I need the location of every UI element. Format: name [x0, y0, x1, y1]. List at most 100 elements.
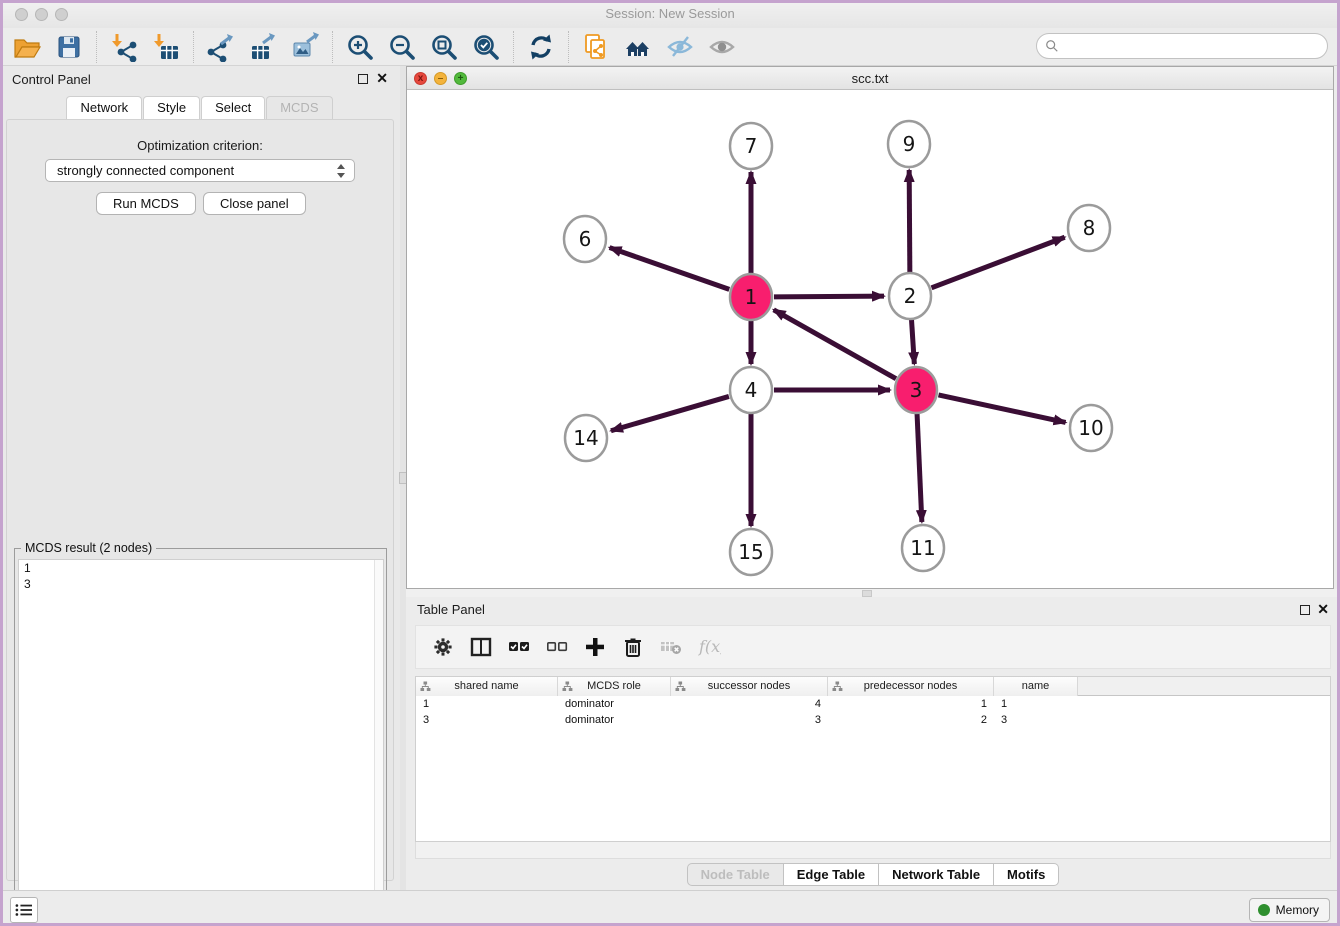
- table-panel-header: Table Panel ✕: [406, 597, 1340, 623]
- save-session-button[interactable]: [48, 31, 90, 63]
- edge-1-2[interactable]: [774, 296, 884, 297]
- float-panel-icon[interactable]: [358, 74, 368, 84]
- node-label-2: 2: [904, 284, 917, 308]
- edge-2-9[interactable]: [909, 170, 910, 273]
- tab-network-table[interactable]: Network Table: [879, 863, 994, 886]
- zoom-out-button[interactable]: [381, 31, 423, 63]
- export-network-icon: [206, 32, 236, 62]
- control-panel: Control Panel ✕ NetworkStyleSelectMCDS O…: [0, 66, 400, 890]
- sort-column-icon: [675, 681, 686, 692]
- search-field[interactable]: [1036, 33, 1328, 59]
- node-label-7: 7: [745, 134, 758, 158]
- table-cell[interactable]: 3: [416, 712, 558, 728]
- criterion-select[interactable]: strongly connected component: [45, 159, 355, 182]
- select-all-button[interactable]: [500, 629, 538, 665]
- delete-row-button[interactable]: [614, 629, 652, 665]
- table-cell[interactable]: 3: [994, 712, 1078, 728]
- svg-text:f(x): f(x): [698, 637, 721, 656]
- close-table-panel-icon[interactable]: ✕: [1317, 601, 1329, 618]
- table-cell[interactable]: dominator: [558, 712, 671, 728]
- export-table-button[interactable]: [242, 31, 284, 63]
- column-label: successor nodes: [708, 680, 791, 692]
- edge-2-8[interactable]: [932, 237, 1065, 288]
- gear-button[interactable]: [424, 629, 462, 665]
- node-label-4: 4: [745, 378, 758, 402]
- edge-3-11[interactable]: [917, 413, 922, 522]
- select-all-icon: [507, 635, 531, 659]
- table-toolbar: f(x): [415, 625, 1331, 669]
- show-all-icon: [707, 32, 737, 62]
- new-network-from-selection-button[interactable]: [575, 31, 617, 63]
- table-cell[interactable]: 2: [828, 712, 994, 728]
- task-history-button[interactable]: [10, 897, 38, 923]
- tab-style[interactable]: Style: [143, 96, 200, 119]
- table-cell[interactable]: dominator: [558, 696, 671, 712]
- table-cell[interactable]: 1: [994, 696, 1078, 712]
- node-label-1: 1: [745, 285, 758, 309]
- search-icon: [1045, 39, 1059, 53]
- column-header-predecessor-nodes[interactable]: predecessor nodes: [828, 677, 994, 696]
- sort-column-icon: [562, 681, 573, 692]
- zoom-selected-button[interactable]: [465, 31, 507, 63]
- zoom-fit-button[interactable]: [423, 31, 465, 63]
- table-cell[interactable]: 1: [828, 696, 994, 712]
- show-all-button[interactable]: [701, 31, 743, 63]
- import-network-button[interactable]: [103, 31, 145, 63]
- open-session-button[interactable]: [6, 31, 48, 63]
- mcds-result-textarea[interactable]: 13: [18, 559, 384, 922]
- node-label-14: 14: [573, 426, 598, 450]
- tab-mcds[interactable]: MCDS: [266, 96, 332, 119]
- table-row[interactable]: 3dominator323: [416, 712, 1330, 728]
- node-label-3: 3: [910, 378, 923, 402]
- search-input[interactable]: [1064, 39, 1319, 53]
- horizontal-splitter[interactable]: [406, 589, 1340, 597]
- table-cell[interactable]: 4: [671, 696, 828, 712]
- hide-selected-button[interactable]: [659, 31, 701, 63]
- node-label-10: 10: [1078, 416, 1103, 440]
- import-table-button[interactable]: [145, 31, 187, 63]
- table-cell[interactable]: 1: [416, 696, 558, 712]
- edge-3-1[interactable]: [774, 310, 896, 379]
- float-table-panel-icon[interactable]: [1300, 605, 1310, 615]
- horizontal-splitter-grip[interactable]: [862, 590, 872, 597]
- run-mcds-button[interactable]: Run MCDS: [96, 192, 196, 215]
- edge-1-6[interactable]: [610, 248, 730, 290]
- table-cell[interactable]: 3: [671, 712, 828, 728]
- criterion-value: strongly connected component: [57, 163, 234, 178]
- columns-icon: [469, 635, 493, 659]
- tab-network[interactable]: Network: [66, 96, 142, 119]
- column-header-shared-name[interactable]: shared name: [416, 677, 558, 696]
- table-hscrollbar[interactable]: [415, 842, 1331, 859]
- close-panel-button[interactable]: Close panel: [203, 192, 306, 215]
- control-panel-header: Control Panel ✕: [0, 66, 400, 94]
- zoom-in-button[interactable]: [339, 31, 381, 63]
- edge-2-3[interactable]: [911, 319, 914, 364]
- node-label-8: 8: [1083, 216, 1096, 240]
- column-header-MCDS-role[interactable]: MCDS role: [558, 677, 671, 696]
- column-header-name[interactable]: name: [994, 677, 1078, 696]
- export-image-button[interactable]: [284, 31, 326, 63]
- tab-node-table[interactable]: Node Table: [687, 863, 784, 886]
- edge-4-14[interactable]: [611, 396, 729, 430]
- edge-3-10[interactable]: [938, 395, 1065, 423]
- function-builder-button: f(x): [690, 629, 728, 665]
- column-header-successor-nodes[interactable]: successor nodes: [671, 677, 828, 696]
- deselect-all-button[interactable]: [538, 629, 576, 665]
- result-scrollbar[interactable]: [374, 560, 383, 921]
- delete-row-icon: [621, 635, 645, 659]
- add-row-button[interactable]: [576, 629, 614, 665]
- memory-button[interactable]: Memory: [1249, 898, 1330, 922]
- refresh-button[interactable]: [520, 31, 562, 63]
- export-network-button[interactable]: [200, 31, 242, 63]
- network-canvas[interactable]: 7968124314101511: [407, 90, 1333, 588]
- table-row[interactable]: 1dominator411: [416, 696, 1330, 712]
- refresh-icon: [526, 32, 556, 62]
- open-session-icon: [12, 32, 42, 62]
- close-panel-icon[interactable]: ✕: [376, 70, 388, 87]
- tab-select[interactable]: Select: [201, 96, 265, 119]
- tab-edge-table[interactable]: Edge Table: [784, 863, 879, 886]
- first-neighbors-button[interactable]: [617, 31, 659, 63]
- tab-motifs[interactable]: Motifs: [994, 863, 1059, 886]
- columns-button[interactable]: [462, 629, 500, 665]
- zoom-selected-icon: [471, 32, 501, 62]
